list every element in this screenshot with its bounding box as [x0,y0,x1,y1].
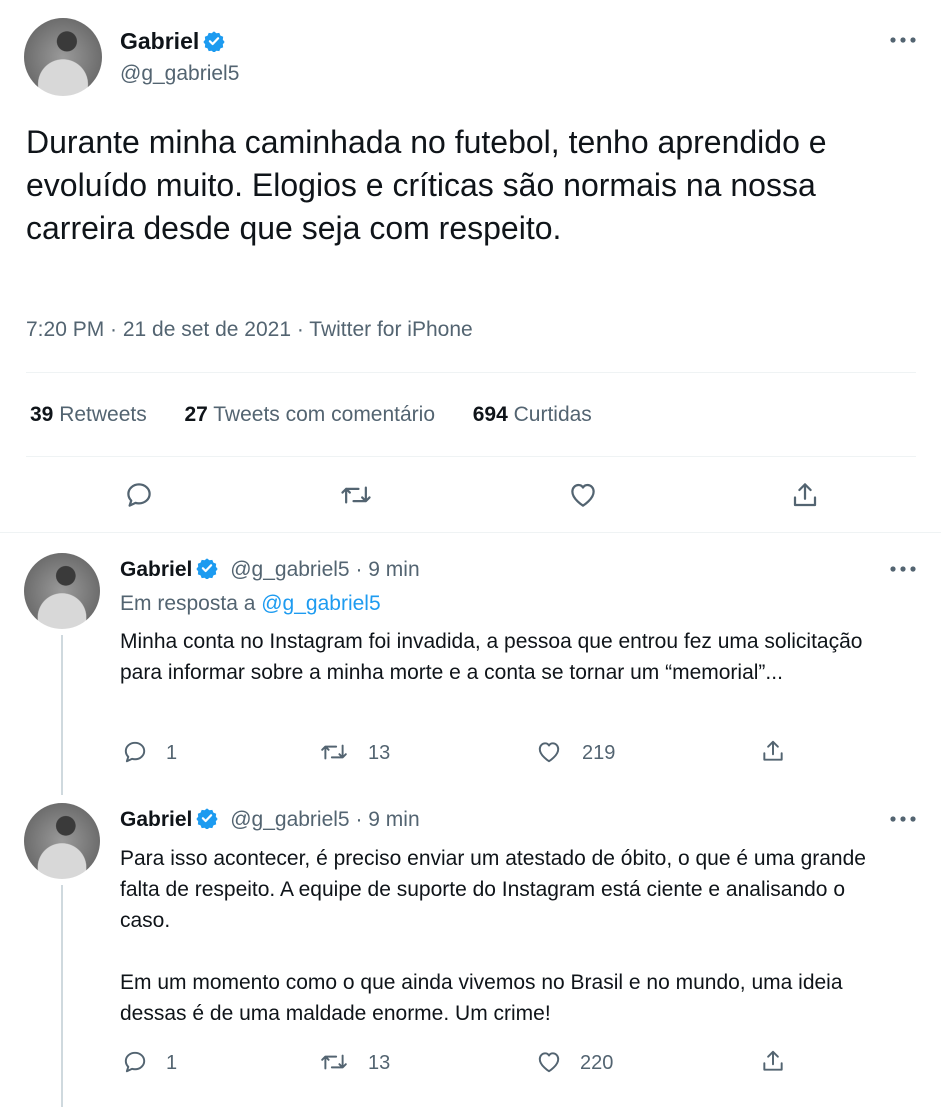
reply-header: Gabriel @g_gabriel5 · 9 min [120,807,420,832]
like-icon[interactable] [568,480,598,510]
stats-row: 39 Retweets 27 Tweets com comentário 694… [30,403,592,427]
handle-time[interactable]: @g_gabriel5 · 9 min [230,808,419,831]
reply-header: Gabriel @g_gabriel5 · 9 min [120,557,420,582]
quotes-stat[interactable]: 27 Tweets com comentário [184,403,435,426]
reply-context: Em resposta a @g_gabriel5 [120,592,381,615]
like-icon[interactable] [536,739,562,765]
verified-badge-icon [196,808,219,829]
more-options-icon[interactable] [888,565,918,573]
share-icon[interactable] [790,480,820,510]
avatar[interactable] [24,18,102,96]
more-options-icon[interactable] [888,36,918,44]
divider [26,456,916,457]
verified-badge-icon [203,31,225,52]
reply-icon[interactable] [122,1049,148,1075]
reply-icon[interactable] [122,739,148,765]
tweet-text: Durante minha caminhada no futebol, tenh… [26,124,827,246]
author-handle[interactable]: @g_gabriel5 [120,62,239,86]
author-name-row[interactable]: Gabriel [120,28,225,55]
retweet-icon[interactable] [320,739,348,765]
like-count: 219 [582,742,616,764]
thread-line [61,885,63,1107]
divider [26,372,916,373]
reply-count: 1 [166,742,178,764]
reply-text: Para isso acontecer, é preciso enviar um… [120,847,866,1025]
divider [0,532,941,533]
likes-stat[interactable]: 694 Curtidas [473,403,592,426]
verified-badge-icon [196,558,219,579]
reply-to-link[interactable]: @g_gabriel5 [261,592,380,615]
like-icon[interactable] [536,1049,562,1075]
retweet-icon[interactable] [320,1049,348,1075]
avatar[interactable] [24,803,100,879]
avatar[interactable] [24,553,100,629]
like-count: 220 [580,1052,614,1074]
share-icon[interactable] [760,737,786,765]
author-name[interactable]: Gabriel [120,28,199,54]
thread-line [61,635,63,795]
author-name[interactable]: Gabriel [120,558,192,581]
more-options-icon[interactable] [888,815,918,823]
reply-icon[interactable] [124,480,154,510]
share-icon[interactable] [760,1047,786,1075]
retweets-stat[interactable]: 39 Retweets [30,403,147,426]
retweet-icon[interactable] [340,480,372,510]
reply-count: 1 [166,1052,178,1074]
tweet-meta: 7:20 PM · 21 de set de 2021 · Twitter fo… [26,318,473,341]
author-name[interactable]: Gabriel [120,808,192,831]
handle-time[interactable]: @g_gabriel5 · 9 min [230,558,419,581]
reply-text: Minha conta no Instagram foi invadida, a… [120,630,863,684]
retweet-count: 13 [368,1052,391,1074]
retweet-count: 13 [368,742,391,764]
